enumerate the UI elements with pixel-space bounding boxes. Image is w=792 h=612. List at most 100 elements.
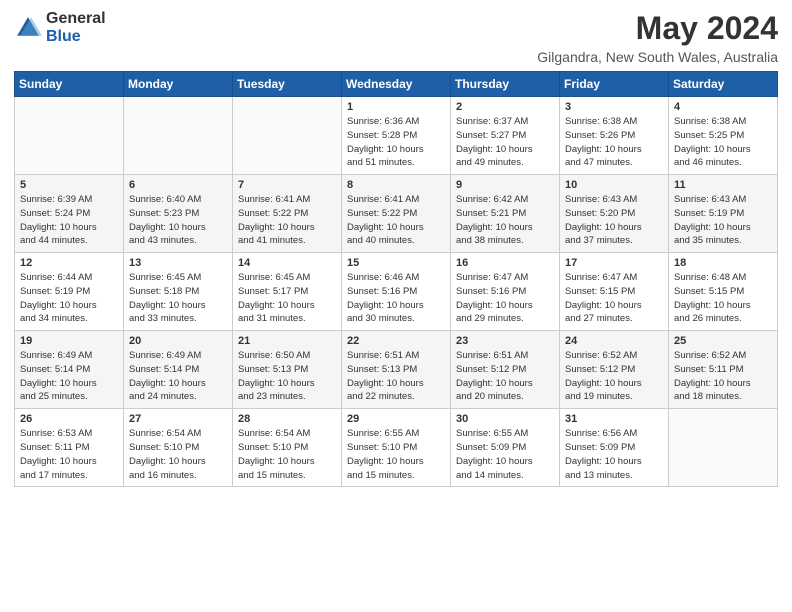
logo-general-text: General xyxy=(46,10,106,28)
logo: General Blue xyxy=(14,10,106,45)
col-sunday: Sunday xyxy=(15,72,124,97)
table-row: 30 Sunrise: 6:55 AMSunset: 5:09 PMDayligh… xyxy=(451,409,560,487)
day-number: 27 xyxy=(129,413,227,425)
title-area: May 2024 Gilgandra, New South Wales, Aus… xyxy=(537,10,778,65)
day-info: Sunrise: 6:50 AMSunset: 5:13 PMDaylight:… xyxy=(238,349,336,404)
day-number: 29 xyxy=(347,413,445,425)
day-number: 28 xyxy=(238,413,336,425)
day-info: Sunrise: 6:53 AMSunset: 5:11 PMDaylight:… xyxy=(20,427,118,482)
day-number: 6 xyxy=(129,179,227,191)
day-number: 21 xyxy=(238,335,336,347)
table-row: 27 Sunrise: 6:54 AMSunset: 5:10 PMDayligh… xyxy=(124,409,233,487)
day-info: Sunrise: 6:42 AMSunset: 5:21 PMDaylight:… xyxy=(456,193,554,248)
table-row: 6 Sunrise: 6:40 AMSunset: 5:23 PMDaylight… xyxy=(124,175,233,253)
calendar-week-row: 12 Sunrise: 6:44 AMSunset: 5:19 PMDayligh… xyxy=(15,253,778,331)
col-thursday: Thursday xyxy=(451,72,560,97)
col-monday: Monday xyxy=(124,72,233,97)
day-info: Sunrise: 6:45 AMSunset: 5:18 PMDaylight:… xyxy=(129,271,227,326)
day-info: Sunrise: 6:44 AMSunset: 5:19 PMDaylight:… xyxy=(20,271,118,326)
table-row: 1Sunrise: 6:36 AMSunset: 5:28 PMDaylight… xyxy=(342,97,451,175)
table-row xyxy=(124,97,233,175)
main-title: May 2024 xyxy=(537,10,778,47)
table-row: 17 Sunrise: 6:47 AMSunset: 5:15 PMDayligh… xyxy=(560,253,669,331)
table-row: 26 Sunrise: 6:53 AMSunset: 5:11 PMDayligh… xyxy=(15,409,124,487)
day-info: Sunrise: 6:39 AMSunset: 5:24 PMDaylight:… xyxy=(20,193,118,248)
table-row xyxy=(233,97,342,175)
day-info: Sunrise: 6:43 AMSunset: 5:20 PMDaylight:… xyxy=(565,193,663,248)
table-row: 21 Sunrise: 6:50 AMSunset: 5:13 PMDayligh… xyxy=(233,331,342,409)
day-info: Sunrise: 6:43 AMSunset: 5:19 PMDaylight:… xyxy=(674,193,772,248)
day-info: Sunrise: 6:51 AMSunset: 5:13 PMDaylight:… xyxy=(347,349,445,404)
day-info: Sunrise: 6:49 AMSunset: 5:14 PMDaylight:… xyxy=(129,349,227,404)
day-info: Sunrise: 6:48 AMSunset: 5:15 PMDaylight:… xyxy=(674,271,772,326)
calendar-week-row: 5 Sunrise: 6:39 AMSunset: 5:24 PMDaylight… xyxy=(15,175,778,253)
day-info: Sunrise: 6:37 AMSunset: 5:27 PMDaylight:… xyxy=(456,115,554,170)
table-row: 25 Sunrise: 6:52 AMSunset: 5:11 PMDayligh… xyxy=(669,331,778,409)
table-row: 31 Sunrise: 6:56 AMSunset: 5:09 PMDayligh… xyxy=(560,409,669,487)
table-row xyxy=(669,409,778,487)
day-number: 23 xyxy=(456,335,554,347)
day-number: 26 xyxy=(20,413,118,425)
table-row: 15Sunrise: 6:46 AMSunset: 5:16 PMDayligh… xyxy=(342,253,451,331)
table-row: 4Sunrise: 6:38 AMSunset: 5:25 PMDaylight… xyxy=(669,97,778,175)
table-row: 14 Sunrise: 6:45 AMSunset: 5:17 PMDayligh… xyxy=(233,253,342,331)
day-info: Sunrise: 6:41 AMSunset: 5:22 PMDaylight:… xyxy=(347,193,445,248)
day-info: Sunrise: 6:47 AMSunset: 5:15 PMDaylight:… xyxy=(565,271,663,326)
day-number: 20 xyxy=(129,335,227,347)
day-info: Sunrise: 6:52 AMSunset: 5:11 PMDaylight:… xyxy=(674,349,772,404)
logo-blue-text: Blue xyxy=(46,28,106,46)
table-row: 8Sunrise: 6:41 AMSunset: 5:22 PMDaylight… xyxy=(342,175,451,253)
table-row: 7 Sunrise: 6:41 AMSunset: 5:22 PMDaylight… xyxy=(233,175,342,253)
table-row: 10 Sunrise: 6:43 AMSunset: 5:20 PMDayligh… xyxy=(560,175,669,253)
day-info: Sunrise: 6:38 AMSunset: 5:25 PMDaylight:… xyxy=(674,115,772,170)
table-row: 16Sunrise: 6:47 AMSunset: 5:16 PMDayligh… xyxy=(451,253,560,331)
day-info: Sunrise: 6:54 AMSunset: 5:10 PMDaylight:… xyxy=(129,427,227,482)
day-info: Sunrise: 6:56 AMSunset: 5:09 PMDaylight:… xyxy=(565,427,663,482)
table-row: 28 Sunrise: 6:54 AMSunset: 5:10 PMDayligh… xyxy=(233,409,342,487)
calendar-table: Sunday Monday Tuesday Wednesday Thursday… xyxy=(14,71,778,487)
day-number: 31 xyxy=(565,413,663,425)
table-row: 24Sunrise: 6:52 AMSunset: 5:12 PMDayligh… xyxy=(560,331,669,409)
day-info: Sunrise: 6:51 AMSunset: 5:12 PMDaylight:… xyxy=(456,349,554,404)
day-info: Sunrise: 6:47 AMSunset: 5:16 PMDaylight:… xyxy=(456,271,554,326)
table-row: 12 Sunrise: 6:44 AMSunset: 5:19 PMDayligh… xyxy=(15,253,124,331)
day-number: 24 xyxy=(565,335,663,347)
day-number: 5 xyxy=(20,179,118,191)
day-number: 30 xyxy=(456,413,554,425)
day-info: Sunrise: 6:41 AMSunset: 5:22 PMDaylight:… xyxy=(238,193,336,248)
col-tuesday: Tuesday xyxy=(233,72,342,97)
table-row: 3Sunrise: 6:38 AMSunset: 5:26 PMDaylight… xyxy=(560,97,669,175)
col-friday: Friday xyxy=(560,72,669,97)
table-row: 19 Sunrise: 6:49 AMSunset: 5:14 PMDayligh… xyxy=(15,331,124,409)
table-row xyxy=(15,97,124,175)
day-info: Sunrise: 6:54 AMSunset: 5:10 PMDaylight:… xyxy=(238,427,336,482)
table-row: 2Sunrise: 6:37 AMSunset: 5:27 PMDaylight… xyxy=(451,97,560,175)
table-row: 11 Sunrise: 6:43 AMSunset: 5:19 PMDayligh… xyxy=(669,175,778,253)
day-number: 12 xyxy=(20,257,118,269)
day-number: 7 xyxy=(238,179,336,191)
logo-text: General Blue xyxy=(46,10,106,45)
header: General Blue May 2024 Gilgandra, New Sou… xyxy=(14,10,778,65)
day-info: Sunrise: 6:55 AMSunset: 5:09 PMDaylight:… xyxy=(456,427,554,482)
table-row: 18Sunrise: 6:48 AMSunset: 5:15 PMDayligh… xyxy=(669,253,778,331)
day-info: Sunrise: 6:49 AMSunset: 5:14 PMDaylight:… xyxy=(20,349,118,404)
day-number: 11 xyxy=(674,179,772,191)
day-number: 14 xyxy=(238,257,336,269)
col-wednesday: Wednesday xyxy=(342,72,451,97)
day-number: 9 xyxy=(456,179,554,191)
day-number: 25 xyxy=(674,335,772,347)
table-row: 9 Sunrise: 6:42 AMSunset: 5:21 PMDaylight… xyxy=(451,175,560,253)
table-row: 20 Sunrise: 6:49 AMSunset: 5:14 PMDayligh… xyxy=(124,331,233,409)
day-info: Sunrise: 6:40 AMSunset: 5:23 PMDaylight:… xyxy=(129,193,227,248)
day-number: 22 xyxy=(347,335,445,347)
day-number: 19 xyxy=(20,335,118,347)
logo-icon xyxy=(14,14,42,42)
calendar-week-row: 19 Sunrise: 6:49 AMSunset: 5:14 PMDayligh… xyxy=(15,331,778,409)
day-number: 1 xyxy=(347,101,445,113)
col-saturday: Saturday xyxy=(669,72,778,97)
subtitle: Gilgandra, New South Wales, Australia xyxy=(537,49,778,65)
day-info: Sunrise: 6:46 AMSunset: 5:16 PMDaylight:… xyxy=(347,271,445,326)
day-number: 17 xyxy=(565,257,663,269)
day-info: Sunrise: 6:45 AMSunset: 5:17 PMDaylight:… xyxy=(238,271,336,326)
day-number: 10 xyxy=(565,179,663,191)
